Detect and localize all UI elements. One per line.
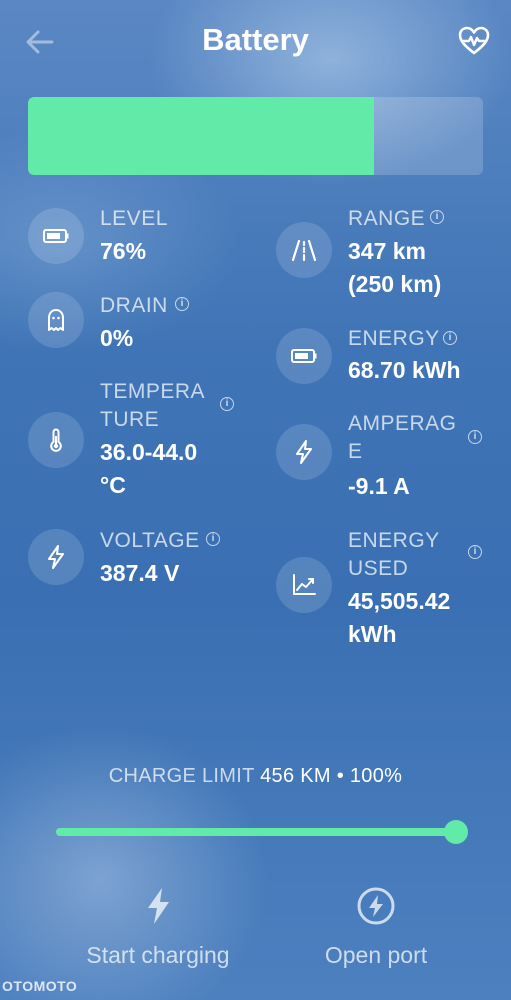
stat-energy-used: ENERGY USED i 45,505.42 kWh (276, 527, 496, 647)
charge-limit: CHARGE LIMIT 456 KM • 100% (0, 765, 511, 788)
stat-level: LEVEL 76% (28, 205, 258, 275)
range-label: RANGE (348, 207, 426, 230)
drain-label: DRAIN (100, 294, 168, 317)
stat-temperature: TEMPERA TURE i 36.0-44.0 °C (28, 378, 258, 508)
lightning-icon (28, 529, 84, 585)
amperage-label: AMPERAG E (348, 412, 457, 463)
stat-drain: DRAIN i 0% (28, 292, 258, 362)
thermometer-icon (28, 412, 84, 468)
level-value: 76% (100, 238, 147, 264)
charge-limit-slider[interactable] (56, 820, 468, 844)
energy-label: ENERGY (348, 327, 440, 350)
battery-icon (28, 208, 84, 264)
temperature-info-icon[interactable]: i (220, 397, 234, 411)
stat-amperage: AMPERAG E i -9.1 A (276, 410, 496, 510)
charge-limit-label: CHARGE LIMIT (108, 765, 255, 787)
temperature-label: TEMPERA TURE (100, 380, 206, 431)
stat-range: RANGE i 347 km (250 km) (276, 205, 496, 305)
charge-limit-value: 456 KM • 100% (260, 765, 403, 787)
energy-value: 68.70 kWh (348, 357, 461, 383)
watermark-logo: OTOMOTO (2, 978, 78, 994)
open-port-button[interactable]: Open port (276, 880, 476, 980)
header: Battery (0, 0, 511, 84)
page-title: Battery (202, 22, 309, 57)
trend-chart-icon (276, 557, 332, 613)
energy-used-value: 45,505.42 kWh (348, 588, 451, 647)
charge-limit-slider-fill (56, 828, 456, 836)
start-charging-label: Start charging (86, 942, 230, 968)
level-label: LEVEL (100, 207, 168, 230)
energy-used-label: ENERGY USED (348, 529, 440, 580)
voltage-label: VOLTAGE (100, 529, 200, 552)
stat-voltage: VOLTAGE i 387.4 V (28, 527, 258, 597)
lightning-icon (276, 424, 332, 480)
lightning-icon (136, 884, 180, 933)
charge-limit-slider-thumb[interactable] (444, 820, 468, 844)
voltage-info-icon[interactable]: i (206, 532, 220, 546)
range-value: 347 km (250 km) (348, 238, 442, 297)
amperage-value: -9.1 A (348, 473, 410, 499)
ghost-icon (28, 292, 84, 348)
range-info-icon[interactable]: i (430, 210, 444, 224)
open-port-label: Open port (324, 942, 428, 968)
voltage-value: 387.4 V (100, 560, 180, 586)
heart-pulse-icon[interactable] (457, 24, 491, 58)
battery-icon (276, 328, 332, 384)
start-charging-button[interactable]: Start charging (58, 880, 258, 980)
drain-value: 0% (100, 325, 134, 351)
temperature-value: 36.0-44.0 °C (100, 439, 198, 498)
energy-used-info-icon[interactable]: i (468, 545, 482, 559)
energy-info-icon[interactable]: i (443, 331, 457, 345)
amperage-info-icon[interactable]: i (468, 430, 482, 444)
battery-level-fill (28, 97, 374, 175)
lightning-circle-icon (354, 884, 398, 933)
road-icon (276, 222, 332, 278)
stat-energy: ENERGY i 68.70 kWh (276, 325, 496, 395)
battery-level-bar (28, 97, 483, 175)
drain-info-icon[interactable]: i (175, 297, 189, 311)
